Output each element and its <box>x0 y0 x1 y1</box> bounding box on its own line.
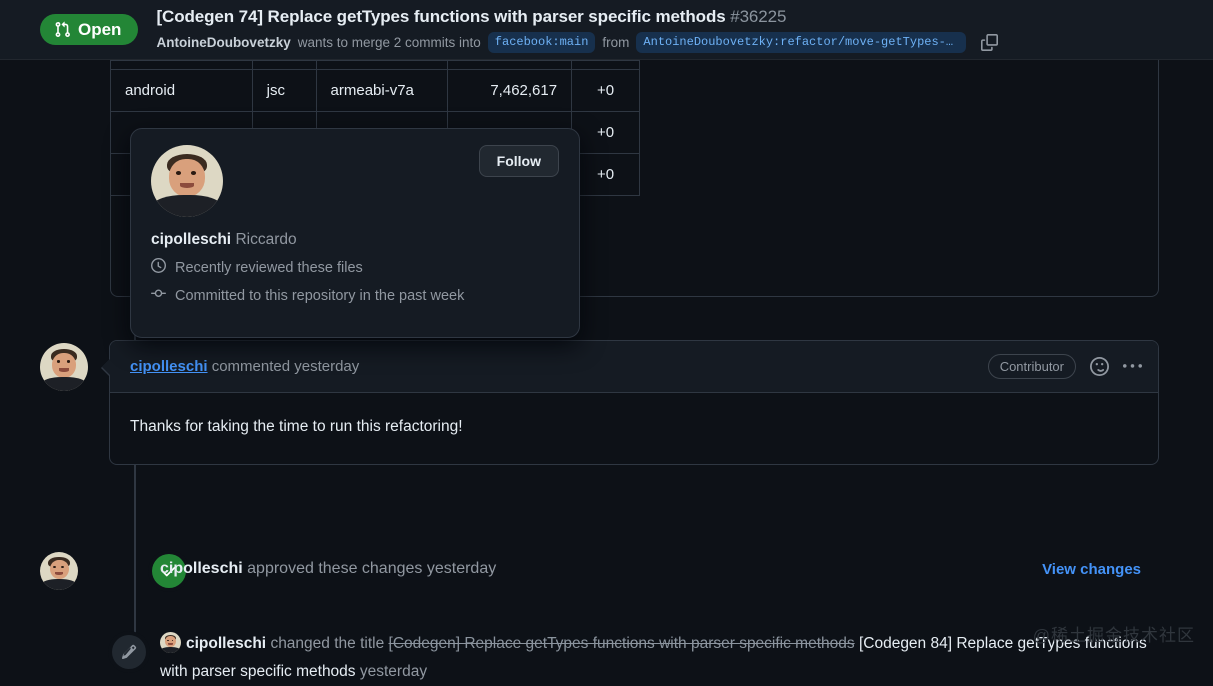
comment-box: cipolleschi commented yesterday Contribu… <box>101 340 1159 466</box>
comment-meta: cipolleschi commented yesterday <box>130 358 359 375</box>
approval-author[interactable]: cipolleschi <box>160 560 243 577</box>
user-hovercard: Follow cipolleschi Riccardo Recently rev… <box>130 128 580 338</box>
title-change-text: cipolleschi changed the title [Codegen] … <box>160 630 1172 686</box>
smiley-icon[interactable] <box>1090 357 1109 376</box>
table-row: android jsc armeabi-v7a 7,462,617 +0 <box>110 69 640 112</box>
approval-text: cipolleschi approved these changes yeste… <box>160 560 496 578</box>
hovercard-activity-label: Committed to this repository in the past… <box>175 287 465 304</box>
title-change-time: yesterday <box>359 662 428 680</box>
pr-title: [Codegen 74] Replace getTypes functions … <box>156 6 726 26</box>
pr-header-text: [Codegen 74] Replace getTypes functions … <box>156 6 999 54</box>
from-label: from <box>602 34 630 50</box>
hovercard-activity-reviewed: Recently reviewed these files <box>151 258 559 277</box>
cell-delta: +0 <box>571 111 640 154</box>
merge-text: wants to merge 2 commits into <box>297 34 481 50</box>
cell-platform: android <box>110 69 253 112</box>
hovercard-name: cipolleschi Riccardo <box>151 231 559 249</box>
comment-author-link[interactable]: cipolleschi <box>130 358 208 375</box>
head-branch-chip[interactable]: AntoineDoubovetzky:refactor/move-getType… <box>636 31 967 54</box>
comment-body: Thanks for taking the time to run this r… <box>130 418 463 435</box>
cell-delta: +0 <box>571 69 640 112</box>
timeline-connector <box>134 530 136 640</box>
cell-arch: armeabi-v7a <box>315 69 449 112</box>
copy-icon[interactable] <box>981 33 999 51</box>
old-title: [Codegen] Replace getTypes functions wit… <box>388 635 855 652</box>
comment-header: cipolleschi commented yesterday Contribu… <box>110 341 1158 393</box>
approval-action: approved these changes yesterday <box>247 560 497 577</box>
table-row <box>110 60 640 70</box>
pr-number: #36225 <box>730 6 787 26</box>
pr-state-badge: Open <box>40 14 139 45</box>
git-pull-request-icon <box>54 21 71 38</box>
kebab-menu-icon[interactable] <box>1123 357 1142 376</box>
clock-icon <box>151 258 166 277</box>
follow-button[interactable]: Follow <box>478 145 559 177</box>
cell-delta: +0 <box>571 153 640 196</box>
pr-title-row: [Codegen 74] Replace getTypes functions … <box>156 6 998 29</box>
hovercard-fullname: Riccardo <box>235 231 297 248</box>
comment-action: commented yesterday <box>211 358 360 375</box>
avatar[interactable] <box>40 552 78 590</box>
title-change-action: changed the title <box>270 635 385 652</box>
hovercard-activity-label: Recently reviewed these files <box>175 259 363 276</box>
title-change-event: cipolleschi changed the title [Codegen] … <box>112 630 1172 686</box>
avatar[interactable] <box>40 343 88 391</box>
pr-timeline: android jsc armeabi-v7a 7,462,617 +0 +0 … <box>0 60 1213 680</box>
hovercard-username[interactable]: cipolleschi <box>151 231 231 248</box>
git-commit-icon <box>151 286 166 305</box>
pr-merge-info: AntoineDoubovetzky wants to merge 2 comm… <box>156 31 999 54</box>
avatar[interactable] <box>151 145 223 217</box>
watermark: @稀土掘金技术社区 <box>1032 626 1195 645</box>
avatar[interactable] <box>160 632 181 653</box>
pr-header: Open [Codegen 74] Replace getTypes funct… <box>0 0 1213 60</box>
base-branch-chip[interactable]: facebook:main <box>487 31 596 54</box>
status-badge: Contributor <box>987 353 1076 380</box>
view-changes-link[interactable]: View changes <box>1042 561 1141 578</box>
pencil-icon <box>112 635 146 669</box>
hovercard-activity-committed: Committed to this repository in the past… <box>151 286 559 305</box>
cell-size: 7,462,617 <box>447 69 573 112</box>
pr-author[interactable]: AntoineDoubovetzky <box>156 35 290 50</box>
cell-engine: jsc <box>251 69 317 112</box>
pr-state-label: Open <box>78 20 122 39</box>
comment-arrow-inner <box>102 359 110 375</box>
title-change-author[interactable]: cipolleschi <box>186 635 266 652</box>
